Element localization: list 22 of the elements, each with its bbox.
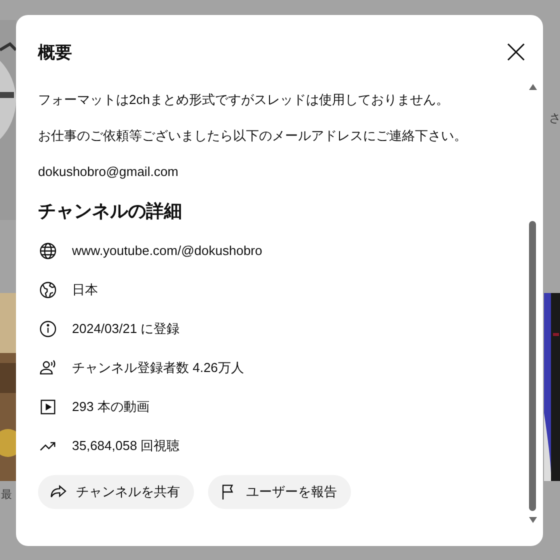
description-text: お仕事のご依頼等ございましたら以下のメールアドレスにご連絡下さい。 [38, 127, 468, 145]
scroll-down-icon[interactable] [528, 517, 538, 524]
person-broadcast-icon [38, 358, 58, 378]
section-heading: チャンネルの詳細 [38, 200, 183, 223]
detail-text: 2024/03/21 に登録 [72, 320, 180, 338]
share-button[interactable]: チャンネルを共有 [38, 475, 194, 509]
dialog-title: 概要 [38, 42, 72, 64]
detail-text: 35,684,058 回視聴 [72, 436, 180, 454]
globe-icon [38, 240, 58, 260]
globe-icon [38, 280, 58, 300]
scrollbar-thumb[interactable] [529, 221, 536, 511]
scroll-up-icon[interactable] [528, 83, 538, 90]
detail-text: 日本 [72, 280, 98, 298]
detail-text: 293 本の動画 [72, 398, 150, 416]
email-text: dokushobro@gmail.com [38, 163, 180, 181]
detail-text: チャンネル登録者数 4.26万人 [72, 358, 244, 376]
video-title: 最 [1, 488, 12, 502]
video-title: さ [549, 110, 560, 127]
info-icon [38, 318, 58, 338]
channel-link[interactable]: www.youtube.com/@dokushobro [72, 243, 262, 258]
report-button[interactable]: ユーザーを報告 [208, 475, 351, 509]
description-text: フォーマットは2chまとめ形式ですがスレッドは使用しておりません。 [38, 91, 450, 109]
